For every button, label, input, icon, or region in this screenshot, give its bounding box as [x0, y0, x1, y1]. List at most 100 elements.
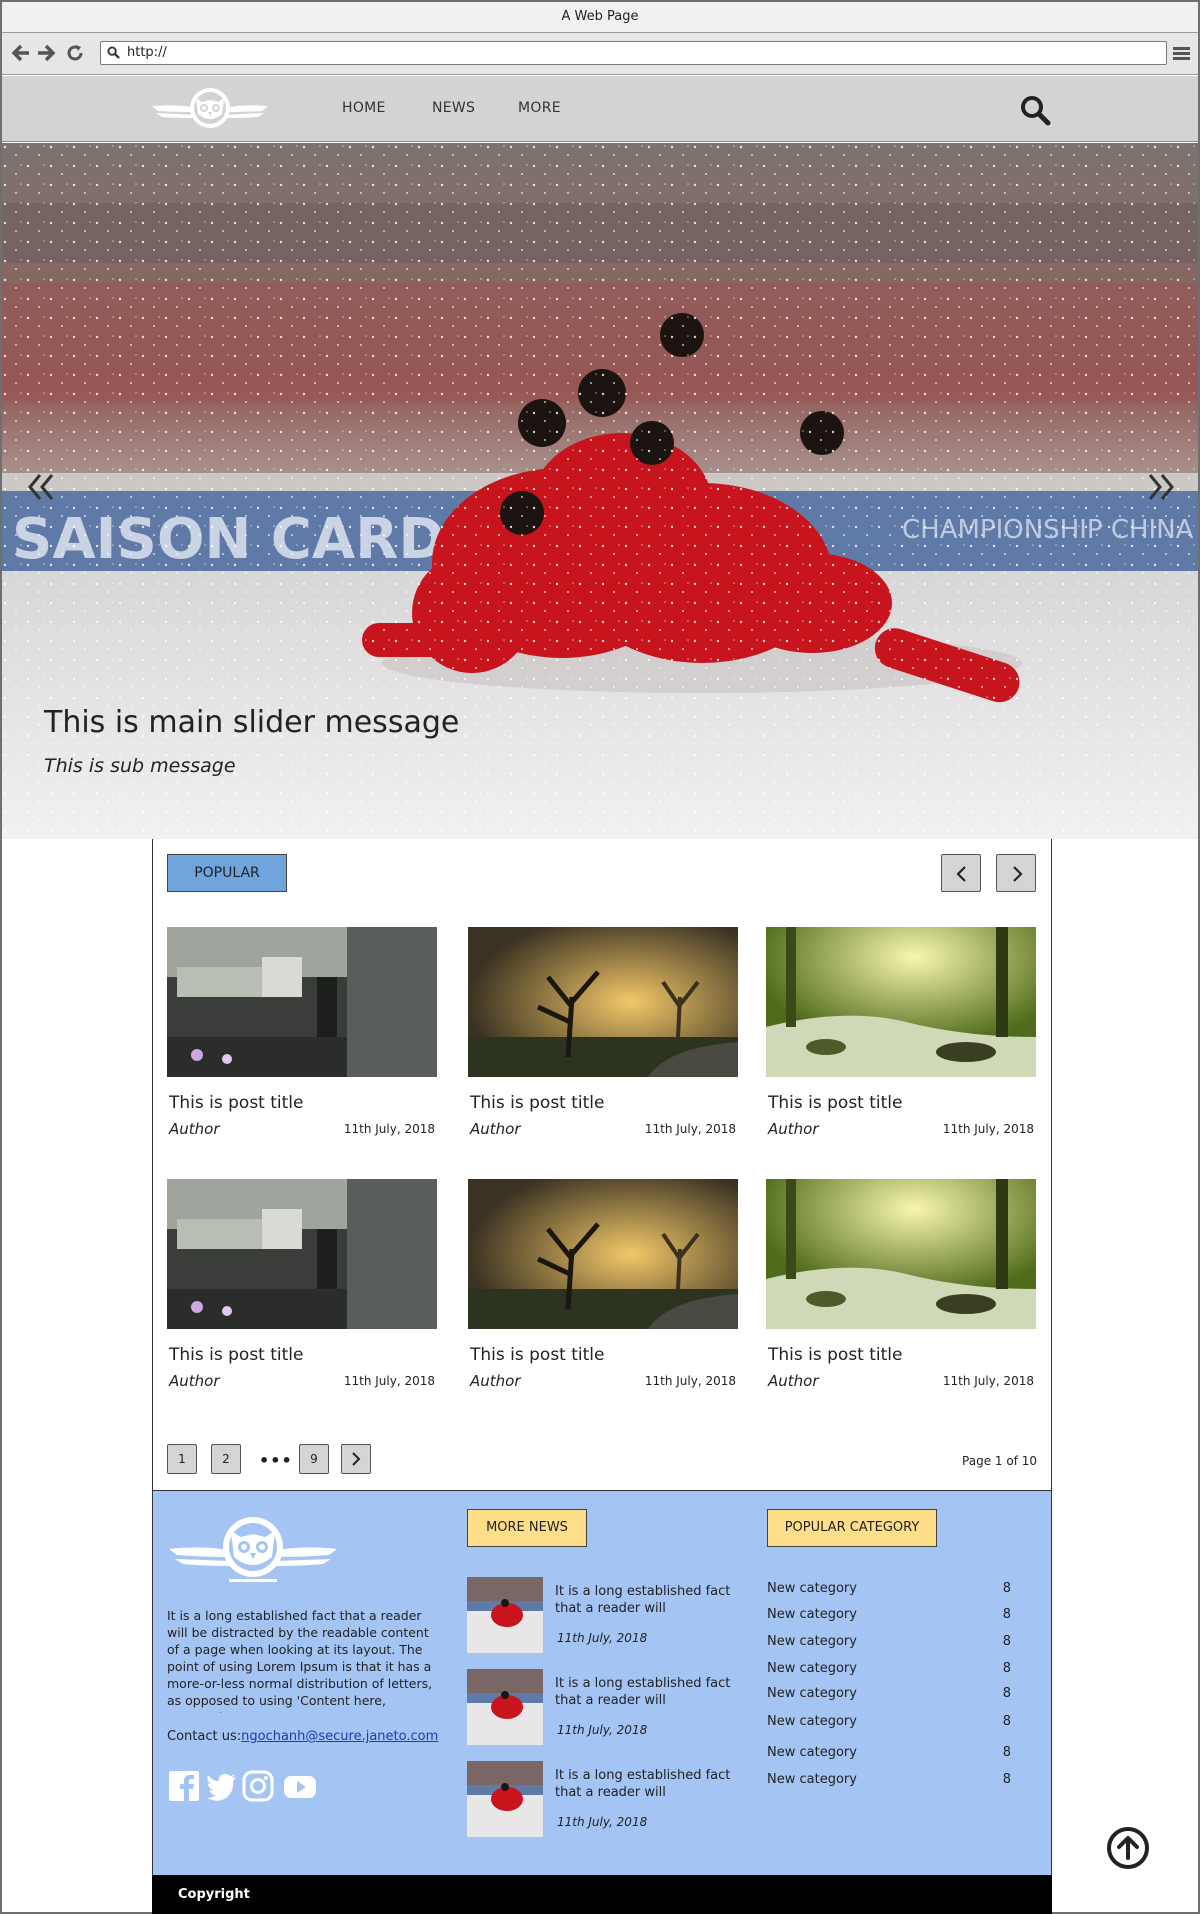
news-item[interactable]: It is a long established fact that a rea…: [467, 1577, 747, 1653]
category-item[interactable]: New category 8: [767, 1686, 1037, 1701]
footer-about-text: It is a long established fact that a rea…: [167, 1608, 433, 1713]
post-title[interactable]: This is post title: [169, 1345, 303, 1365]
post-author: Author: [768, 1372, 819, 1390]
category-count: 8: [1002, 1607, 1011, 1622]
url-search-icon: [107, 46, 120, 59]
post-title[interactable]: This is post title: [470, 1345, 604, 1365]
slider-next-icon[interactable]: [1142, 469, 1178, 505]
category-count: 8: [1002, 1714, 1011, 1729]
back-arrow-icon[interactable]: [10, 43, 32, 65]
category-count: 8: [1002, 1634, 1011, 1649]
category-count: 8: [1002, 1661, 1011, 1676]
news-text: It is a long established fact that a rea…: [555, 1768, 731, 1800]
post-author: Author: [169, 1120, 220, 1138]
owl-logo-icon[interactable]: [150, 84, 270, 134]
chevron-right-icon: [1013, 866, 1023, 882]
reload-icon[interactable]: [64, 43, 86, 65]
category-item[interactable]: New category 8: [767, 1714, 1037, 1729]
post-date: 11th July, 2018: [942, 1122, 1034, 1136]
category-count: 8: [1002, 1745, 1011, 1760]
category-count: 8: [1002, 1686, 1011, 1701]
page-info: Page 1 of 10: [962, 1454, 1037, 1468]
post-title[interactable]: This is post title: [768, 1345, 902, 1365]
post-thumbnail-forest-stream: [766, 927, 1036, 1077]
category-name: New category: [767, 1581, 857, 1596]
post-card[interactable]: This is post title Author 11th July, 201…: [468, 1179, 738, 1390]
slider-prev-icon[interactable]: [24, 469, 60, 505]
slider-subtitle: This is sub message: [44, 755, 236, 777]
news-date: 11th July, 2018: [557, 1723, 648, 1737]
news-item[interactable]: It is a long established fact that a rea…: [467, 1761, 747, 1837]
browser-window: A Web Page http:// HOME NEWS MORE This i…: [0, 0, 1200, 1914]
category-item[interactable]: New category 8: [767, 1661, 1037, 1676]
page-button-9[interactable]: 9: [299, 1444, 329, 1474]
page-button-1[interactable]: 1: [167, 1444, 197, 1474]
post-author: Author: [169, 1372, 220, 1390]
category-item[interactable]: New category 8: [767, 1581, 1037, 1596]
slider-title: This is main slider message: [44, 705, 460, 740]
facebook-icon[interactable]: [167, 1769, 201, 1803]
post-date: 11th July, 2018: [644, 1374, 736, 1388]
site-header: HOME NEWS MORE: [2, 76, 1198, 142]
category-item[interactable]: New category 8: [767, 1745, 1037, 1760]
post-author: Author: [470, 1372, 521, 1390]
post-thumbnail-city: [167, 927, 437, 1077]
news-date: 11th July, 2018: [557, 1631, 648, 1645]
url-bar[interactable]: http://: [100, 41, 1167, 65]
pagination-ellipsis: •••: [259, 1451, 293, 1470]
chevron-right-icon: [352, 1452, 361, 1466]
nav-home[interactable]: HOME: [342, 100, 386, 116]
category-item[interactable]: New category 8: [767, 1607, 1037, 1622]
news-thumbnail: [467, 1669, 543, 1745]
page-button-2[interactable]: 2: [211, 1444, 241, 1474]
back-to-top-icon[interactable]: [1106, 1826, 1150, 1870]
search-icon[interactable]: [1019, 94, 1051, 126]
browser-menu-icon[interactable]: [1173, 47, 1190, 61]
post-card[interactable]: This is post title Author 11th July, 201…: [468, 927, 738, 1138]
post-card[interactable]: This is post title Author 11th July, 201…: [766, 1179, 1036, 1390]
post-author: Author: [768, 1120, 819, 1138]
popular-next-button[interactable]: [996, 854, 1036, 892]
post-card[interactable]: This is post title Author 11th July, 201…: [766, 927, 1036, 1138]
news-date: 11th July, 2018: [557, 1815, 648, 1829]
post-thumbnail-foggy-trees: [468, 927, 738, 1077]
contact-email-link[interactable]: ngochanh@secure.janeto.com: [241, 1729, 438, 1744]
twitter-icon[interactable]: [205, 1769, 239, 1803]
page-next-button[interactable]: [341, 1444, 371, 1474]
category-item[interactable]: New category 8: [767, 1634, 1037, 1649]
news-thumbnail: [467, 1577, 543, 1653]
news-item[interactable]: It is a long established fact that a rea…: [467, 1669, 747, 1745]
post-date: 11th July, 2018: [343, 1374, 435, 1388]
footer-contact: Contact us:ngochanh@secure.janeto.com: [167, 1729, 438, 1744]
news-text: It is a long established fact that a rea…: [555, 1584, 731, 1616]
nav-news[interactable]: NEWS: [432, 100, 475, 116]
chevron-left-icon: [956, 866, 966, 882]
popular-category-tag[interactable]: POPULAR CATEGORY: [767, 1509, 937, 1547]
popular-prev-button[interactable]: [941, 854, 981, 892]
post-title[interactable]: This is post title: [470, 1093, 604, 1113]
category-count: 8: [1002, 1772, 1011, 1787]
browser-toolbar: http://: [2, 33, 1198, 75]
post-card[interactable]: This is post title Author 11th July, 201…: [167, 1179, 437, 1390]
post-title[interactable]: This is post title: [768, 1093, 902, 1113]
forward-arrow-icon[interactable]: [35, 43, 57, 65]
post-thumbnail-city: [167, 1179, 437, 1329]
post-title[interactable]: This is post title: [169, 1093, 303, 1113]
more-news-tag[interactable]: MORE NEWS: [467, 1509, 587, 1547]
post-card[interactable]: This is post title Author 11th July, 201…: [167, 927, 437, 1138]
youtube-icon[interactable]: [283, 1769, 317, 1803]
contact-label: Contact us:: [167, 1729, 242, 1744]
hero-slider: SAISON CARD CHAMPIONSHIP CHINA 20: [2, 143, 1198, 839]
category-name: New category: [767, 1607, 857, 1622]
nav-more[interactable]: MORE: [518, 100, 561, 116]
category-count: 8: [1002, 1581, 1011, 1596]
category-item[interactable]: New category 8: [767, 1772, 1037, 1787]
popular-section: POPULAR This is post title Author 11th J…: [152, 839, 1052, 1490]
post-date: 11th July, 2018: [942, 1374, 1034, 1388]
category-name: New category: [767, 1686, 857, 1701]
post-thumbnail-foggy-trees: [468, 1179, 738, 1329]
popular-tab[interactable]: POPULAR: [167, 854, 287, 892]
instagram-icon[interactable]: [241, 1769, 275, 1803]
copyright-bar: Copyright: [152, 1875, 1052, 1914]
category-name: New category: [767, 1661, 857, 1676]
